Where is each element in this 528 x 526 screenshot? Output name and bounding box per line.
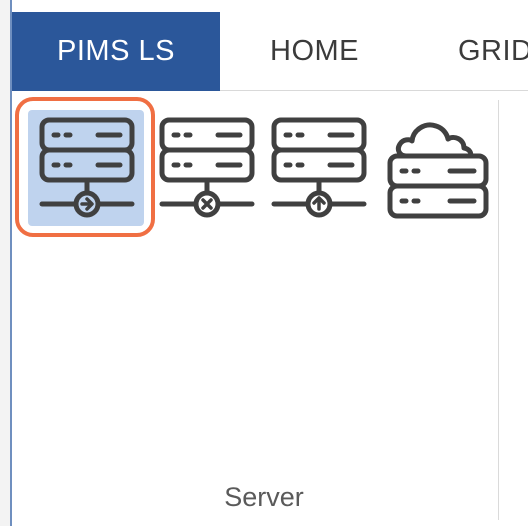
cloud-server-icon <box>387 122 489 219</box>
tab-home[interactable]: HOME <box>270 12 359 90</box>
ribbon-group-label-server: Server <box>224 482 304 512</box>
tab-pims-ls[interactable]: PIMS LS <box>12 12 220 91</box>
server-disconnect-button[interactable] <box>148 110 264 240</box>
window-left-edge <box>0 0 10 526</box>
server-connect-button[interactable] <box>28 110 144 240</box>
cloud-server-button[interactable] <box>380 110 496 240</box>
server-upload-icon <box>271 117 367 218</box>
server-upload-button[interactable] <box>260 110 376 240</box>
ribbon-group-separator <box>498 100 499 520</box>
tab-grid[interactable]: GRID <box>458 12 528 90</box>
ribbon-tab-bar: PIMS LS HOME GRID <box>12 0 528 91</box>
server-connect-icon <box>39 117 135 218</box>
server-disconnect-icon <box>159 117 255 218</box>
